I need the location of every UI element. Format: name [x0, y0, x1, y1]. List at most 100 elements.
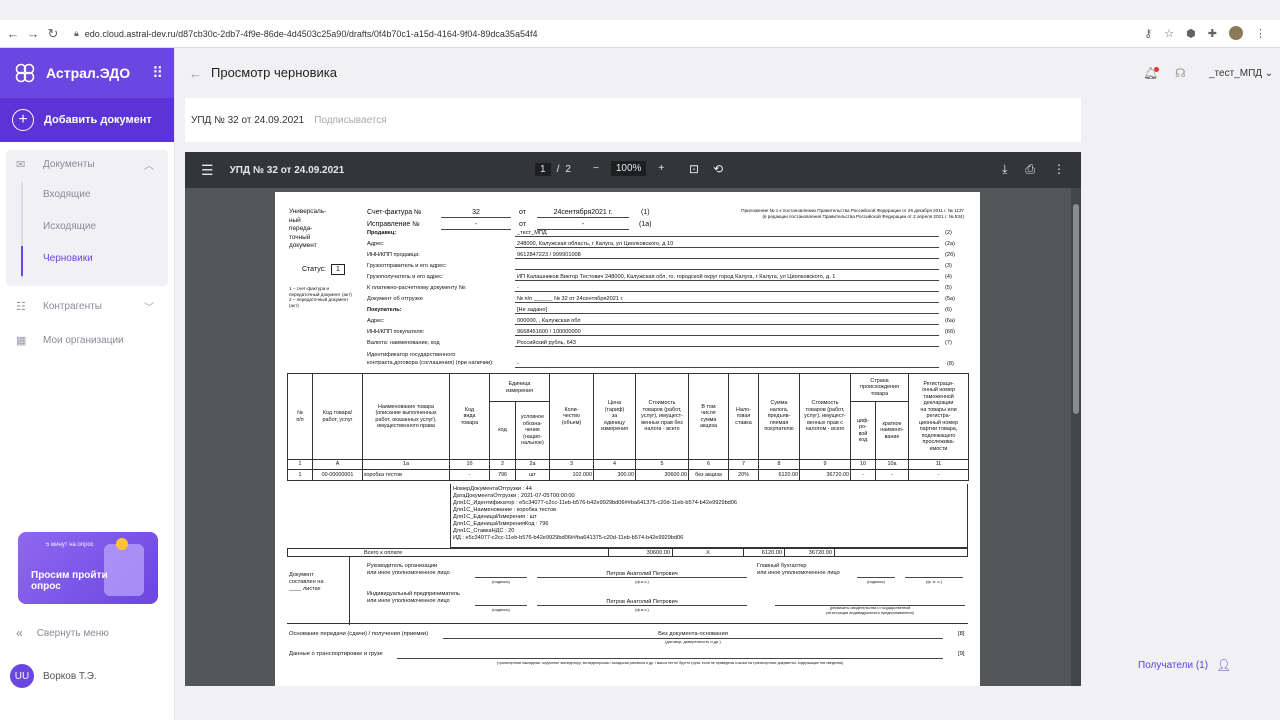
column-number: 2а [515, 459, 550, 470]
requisite-line [515, 258, 939, 259]
correction-from: от [519, 221, 526, 228]
more-vertical-icon[interactable]: ⋮ [1053, 162, 1065, 177]
survey-small-text: 5 минут на опрос [46, 542, 94, 548]
app-root: ← → ↻ 🔒︎ edo.cloud.astral-dev.ru/d87cb30… [0, 0, 1280, 720]
table-cell: 20% [728, 469, 759, 481]
requisite-label: Продавец: [367, 230, 397, 236]
back-arrow-icon[interactable]: ← [189, 66, 202, 81]
th-unit: Единица измерения [489, 373, 550, 402]
column-number: 1а [362, 459, 450, 470]
page-separator: / [556, 164, 560, 175]
survey-banner[interactable]: 5 минут на опрос Просим пройти опрос [18, 532, 158, 604]
correction-no: - [474, 221, 478, 228]
address-bar[interactable]: 🔒︎ edo.cloud.astral-dev.ru/d87cb30c-2db7… [74, 28, 537, 39]
nav-drafts[interactable]: Черновики [6, 242, 168, 274]
recipients-button[interactable]: Получатели (1) 👤︎ [1138, 658, 1231, 672]
double-chevron-left-icon: « [16, 626, 23, 640]
zoom-out-icon[interactable]: − [593, 163, 599, 174]
requisite-line [515, 269, 939, 270]
star-icon[interactable]: ☆ [1164, 27, 1174, 40]
requisite-label: К платежно-расчетному документу №: [367, 285, 467, 291]
apps-grid-icon[interactable]: ⠿ [152, 64, 163, 82]
extensions-puzzle-icon[interactable]: ✚ [1208, 27, 1217, 40]
th-country-name: краткое наимено- вание [874, 401, 910, 460]
th-country-code: циф- ро- вой код [850, 401, 876, 460]
browser-toolbar: ← → ↻ 🔒︎ edo.cloud.astral-dev.ru/d87cb30… [0, 20, 1280, 48]
requisite-label: Грузоотправитель и его адрес: [367, 263, 447, 269]
nav-incoming[interactable]: Входящие [6, 178, 168, 210]
rotate-icon[interactable]: ⟲ [713, 162, 723, 176]
table-cell: 6120.00 [758, 469, 800, 481]
table-cell: шт [515, 469, 550, 481]
collapse-menu-button[interactable]: « Свернуть меню [16, 626, 109, 640]
key-icon[interactable]: ⚷ [1144, 27, 1152, 40]
chief-sign-caption: (подпись) [867, 579, 885, 584]
download-icon[interactable]: ⤓ [1002, 162, 1007, 177]
scrollbar-thumb[interactable] [1073, 204, 1079, 414]
nav-documents[interactable]: ✉ Документы ︿ [6, 150, 168, 178]
requisite-code: (6) [945, 307, 952, 313]
hamburger-menu-icon[interactable]: ☰ [201, 162, 214, 179]
requisite-label: Грузополучатель и его адрес: [367, 274, 444, 280]
headset-icon[interactable]: ☊ [1175, 66, 1186, 80]
table-cell: без акциза [688, 469, 729, 481]
add-document-label: Добавить документ [44, 114, 152, 126]
fit-page-icon[interactable]: ⊡ [689, 162, 699, 176]
org-switcher[interactable]: _тест_МПД ⌄ [1209, 68, 1273, 79]
requisite-line [515, 247, 939, 248]
plus-icon: + [12, 109, 34, 131]
forward-arrow-icon[interactable]: → [26, 26, 40, 41]
back-arrow-icon[interactable]: ← [6, 26, 20, 41]
total-row: Всего к оплате 30600.00 X 6120.00 36720.… [287, 548, 968, 557]
total-excise: X [706, 550, 710, 556]
requisite-label: Адрес: [367, 241, 385, 247]
contractors-icon: ☷ [16, 300, 26, 313]
column-number: 7 [728, 459, 759, 470]
requisite-code: (7) [945, 340, 952, 346]
sig-bottom-border [287, 623, 968, 624]
status-value: 1 [331, 264, 345, 275]
user-profile[interactable]: UU Ворков Т.Э. [10, 664, 97, 688]
zoom-in-icon[interactable]: + [658, 163, 664, 174]
browser-menu-icon[interactable]: ⋮ [1255, 27, 1266, 40]
column-number: 10а [874, 459, 910, 470]
extra-info-line: ИД : e5c34077-c2cc-11eb-b576-b42e9929bd0… [453, 535, 684, 541]
invoice-date: 24сентября2021 г. [553, 209, 613, 216]
ip-name: Петров Анатолий Петрович [606, 599, 678, 605]
url-text: edo.cloud.astral-dev.ru/d87cb30c-2db7-4f… [84, 28, 538, 39]
nav-my-orgs[interactable]: ▦ Мои организации [6, 326, 168, 354]
page-number-input[interactable]: 1 [535, 163, 551, 176]
th-qty: Коли- чество (объем) [549, 373, 594, 460]
invoice-no-line [441, 217, 511, 218]
status-label: Статус: [302, 266, 327, 273]
column-numbers-row: 1 А 1а 1б 2 2а 3 4 5 6 7 8 9 10 10а 11 [287, 459, 970, 470]
column-number: 4 [593, 459, 636, 470]
th-unit-code: код [489, 401, 516, 460]
profile-avatar[interactable] [1229, 26, 1243, 40]
nav-outgoing[interactable]: Исходящие [6, 210, 168, 242]
th-price: Цена (тариф) за единицу измерения [593, 373, 636, 460]
column-number: 6 [688, 459, 729, 470]
th-country: Страна происхождения товара [849, 373, 910, 402]
requisite-label: Валюта: наименование, код [367, 340, 440, 346]
nav-outgoing-label: Исходящие [43, 220, 97, 232]
item-extra-info: НомерДокументаОтгрузки : 44 ДатаДокумента… [450, 484, 968, 548]
add-document-button[interactable]: + Добавить документ [0, 98, 174, 142]
extension-icon[interactable]: ⬢ [1186, 27, 1196, 40]
total-sum: 36720.00 [784, 549, 835, 557]
table-cell: - [850, 469, 876, 481]
pdf-scrollbar[interactable] [1071, 188, 1081, 686]
extra-info-line: ДатаДокументаОтгрузки : 2021-07-05T00:00… [453, 493, 575, 499]
table-cell: коробка тестов [362, 469, 450, 481]
table-cell: - [874, 469, 910, 481]
zoom-level[interactable]: 100% [610, 161, 647, 176]
basis-value: Без документа-основания [658, 631, 728, 637]
user-icon: 👤︎ [1216, 658, 1232, 672]
pdf-viewer: ☰ УПД № 32 от 24.09.2021 1 / 2 − 100% + … [185, 152, 1081, 686]
print-icon[interactable]: ⎙ [1025, 162, 1035, 177]
page-title: Просмотр черновика [211, 65, 337, 80]
page-header: ← Просмотр черновика 🔔︎ ☊ _тест_МПД ⌄ [175, 48, 1280, 98]
nav-contractors[interactable]: ☷ Контрагенты ﹀ [6, 292, 168, 320]
reload-icon[interactable]: ↻ [46, 26, 60, 42]
requisite-code: (2а) [945, 241, 955, 247]
